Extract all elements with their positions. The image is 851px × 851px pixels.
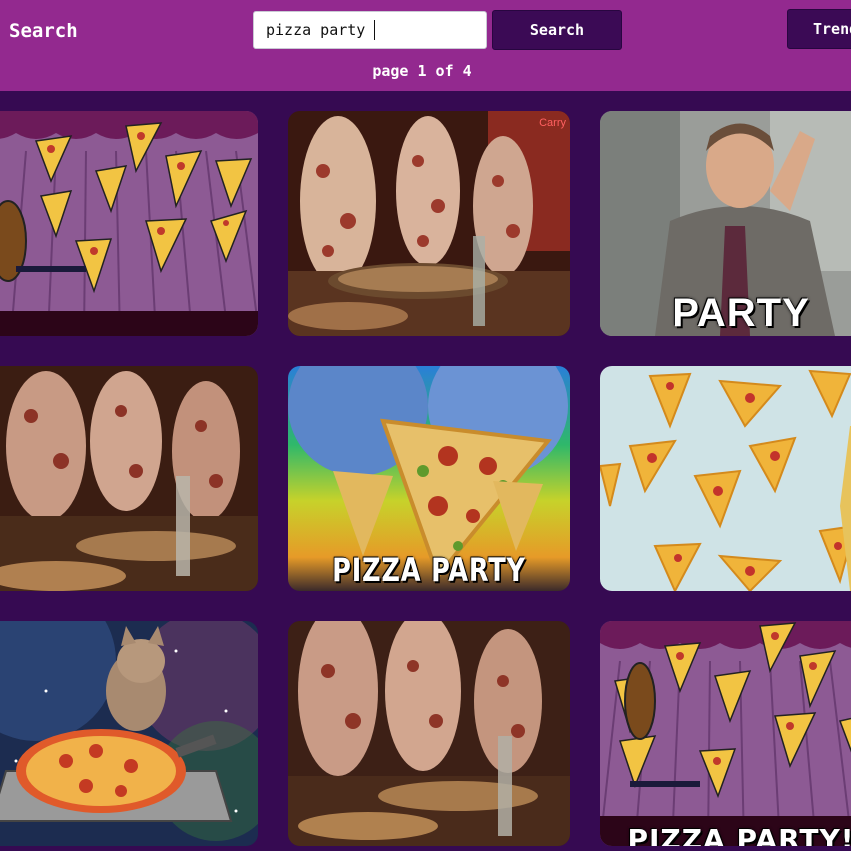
gif-result-6[interactable] bbox=[600, 366, 851, 591]
gif-result-7[interactable] bbox=[0, 621, 258, 846]
pizza-costume-dancers-image bbox=[288, 621, 570, 846]
gif-result-4[interactable] bbox=[0, 366, 258, 591]
dancing-pizza-stage-image bbox=[0, 111, 258, 336]
dancing-pizza-stage-image bbox=[600, 621, 851, 846]
text-cursor bbox=[374, 20, 375, 40]
space-cat-dj-image bbox=[0, 621, 258, 846]
search-button[interactable]: Search bbox=[492, 10, 622, 50]
app-title: Search bbox=[9, 20, 78, 42]
pizza-costume-dancers-image bbox=[288, 111, 570, 336]
gif-result-1[interactable] bbox=[0, 111, 258, 336]
gif-result-8[interactable] bbox=[288, 621, 570, 846]
gif-result-9[interactable]: PIZZA PARTY! bbox=[600, 621, 851, 846]
gif-caption: PARTY bbox=[672, 291, 810, 335]
top-bar: Search Search Trending page 1 of 4 bbox=[0, 0, 851, 91]
gif-caption: PIZZA PARTY bbox=[332, 551, 526, 589]
trending-button[interactable]: Trending bbox=[787, 9, 851, 49]
gif-result-3[interactable]: PARTY peac bbox=[600, 111, 851, 336]
gif-result-2[interactable]: Carry bbox=[288, 111, 570, 336]
gif-results-grid: Carry PARTY peac bbox=[0, 91, 851, 851]
page-indicator: page 1 of 4 bbox=[372, 62, 472, 80]
search-input[interactable] bbox=[253, 11, 487, 49]
pizza-costume-dancers-image bbox=[0, 366, 258, 591]
watermark: Carry bbox=[539, 117, 566, 129]
pizza-pattern-dancer-image bbox=[600, 366, 851, 591]
gif-caption: PIZZA PARTY! bbox=[627, 823, 851, 846]
gif-result-5[interactable]: PIZZA PARTY bbox=[288, 366, 570, 591]
